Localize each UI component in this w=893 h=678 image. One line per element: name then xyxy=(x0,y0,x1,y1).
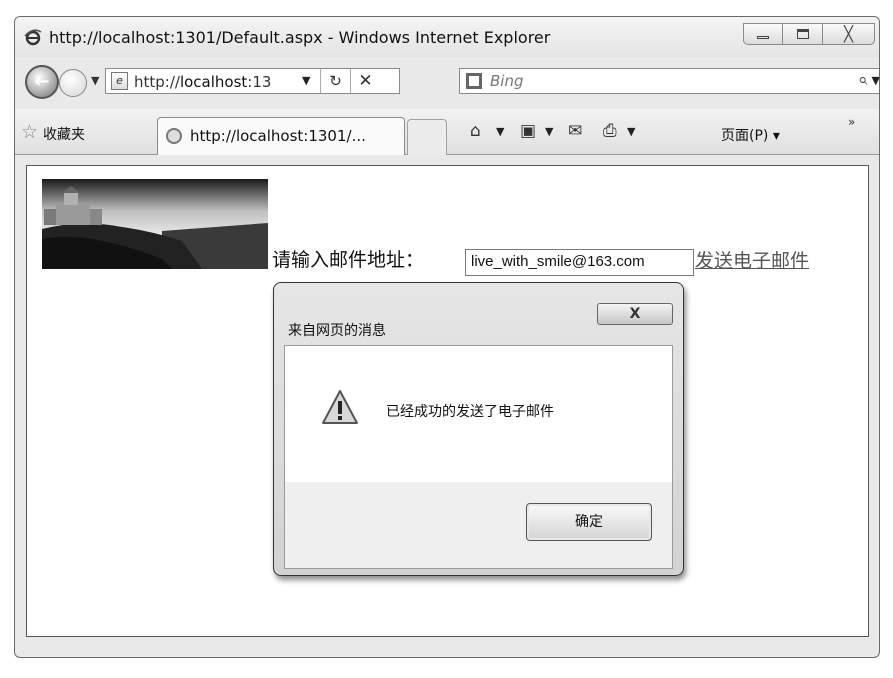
dialog-close-button[interactable]: X xyxy=(597,303,673,325)
tab-label: http://localhost:1301/... xyxy=(190,127,366,145)
window-title: http://localhost:1301/Default.aspx - Win… xyxy=(49,28,551,47)
print-dropdown-icon[interactable]: ▼ xyxy=(627,125,635,138)
ok-button[interactable]: 确定 xyxy=(526,503,652,541)
ie-icon xyxy=(24,29,42,46)
window-controls: ╳ xyxy=(743,23,875,45)
tab-localhost[interactable]: http://localhost:1301/... xyxy=(157,117,405,155)
minimize-button[interactable] xyxy=(743,23,783,45)
dialog-message: 已经成功的发送了电子邮件 xyxy=(386,404,554,420)
stop-icon[interactable]: ✕ xyxy=(350,69,380,93)
recent-pages-dropdown[interactable]: ▼ xyxy=(91,74,99,87)
header-photo xyxy=(42,179,268,269)
home-dropdown-icon[interactable]: ▼ xyxy=(496,125,504,138)
alert-dialog: 来自网页的消息 X 已经成功的发送了电子邮件 确定 xyxy=(273,282,684,576)
mail-icon[interactable]: ✉ xyxy=(568,121,582,141)
warning-icon xyxy=(322,390,358,424)
feeds-icon[interactable]: ▣ xyxy=(520,121,536,141)
star-icon[interactable]: ☆ xyxy=(21,121,38,143)
chevron-more-icon[interactable]: » xyxy=(848,115,855,129)
tab-loading-icon xyxy=(166,128,182,144)
new-tab-button[interactable] xyxy=(407,119,447,155)
home-icon[interactable]: ⌂ xyxy=(470,121,481,141)
email-label: 请输入邮件地址： xyxy=(272,249,425,271)
close-icon: ╳ xyxy=(843,24,854,43)
page-icon: e xyxy=(111,72,128,90)
email-field[interactable]: live_with_smile@163.com xyxy=(465,249,694,276)
dialog-body: 已经成功的发送了电子邮件 确定 xyxy=(284,345,673,569)
feeds-dropdown-icon[interactable]: ▼ xyxy=(545,125,553,138)
send-email-link[interactable]: 发送电子邮件 xyxy=(695,246,809,273)
minimize-icon xyxy=(757,35,769,39)
url-dropdown-icon[interactable]: ▼ xyxy=(302,74,310,87)
url-text[interactable]: http://localhost:13 xyxy=(134,73,271,91)
url-field[interactable]: e http://localhost:13 ▼ ↻ ✕ xyxy=(105,68,400,94)
maximize-icon xyxy=(796,29,809,39)
favorites-bar: ☆ 收藏夹 http://localhost:1301/... ⌂ ▼ ▣ ▼ … xyxy=(15,109,879,155)
dialog-title: 来自网页的消息 xyxy=(288,323,386,339)
search-field[interactable]: Bing ⌕ ▼ xyxy=(459,68,879,94)
favorites-button[interactable]: 收藏夹 xyxy=(43,124,85,144)
address-bar: ← ▼ e http://localhost:13 ▼ ↻ ✕ Bing ⌕ ▼ xyxy=(15,61,879,105)
forward-button[interactable] xyxy=(59,69,87,97)
refresh-icon[interactable]: ↻ xyxy=(320,69,350,93)
search-placeholder[interactable]: Bing xyxy=(490,72,524,90)
search-icon[interactable]: ⌕ xyxy=(858,70,868,90)
maximize-button[interactable] xyxy=(783,23,823,45)
close-window-button[interactable]: ╳ xyxy=(823,23,875,45)
page-menu-button[interactable]: 页面(P) ▾ xyxy=(721,125,780,145)
back-arrow-icon: ← xyxy=(34,71,50,92)
back-button[interactable]: ← xyxy=(25,65,59,99)
print-icon[interactable]: ⎙ xyxy=(603,121,617,141)
bing-icon xyxy=(466,73,482,89)
search-dropdown-icon[interactable]: ▼ xyxy=(872,74,879,87)
title-bar: http://localhost:1301/Default.aspx - Win… xyxy=(15,17,879,57)
